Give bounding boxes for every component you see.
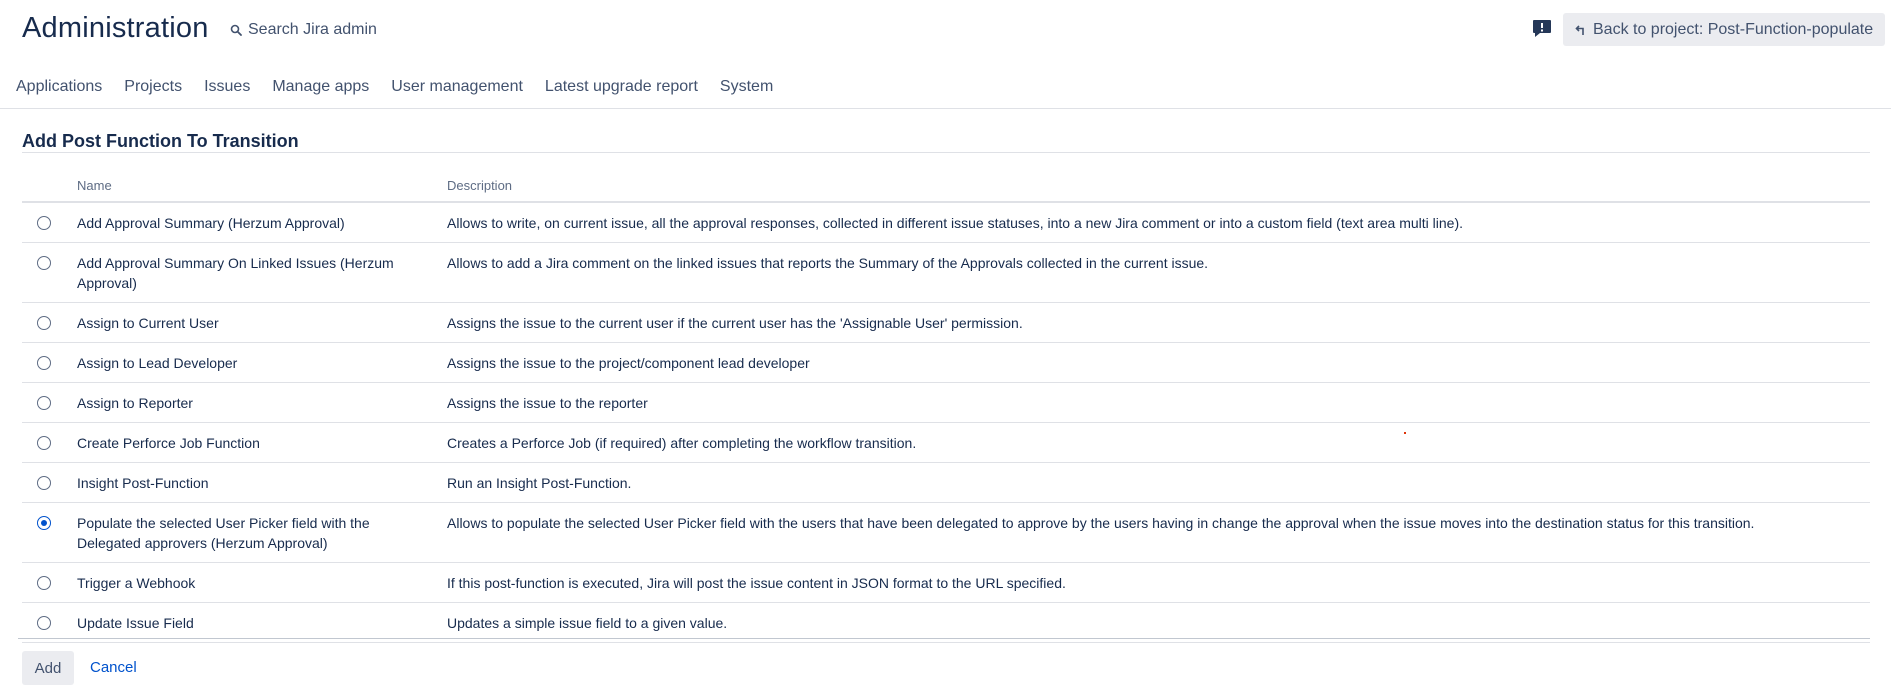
table-row[interactable]: Trigger a Webhook If this post-function i… xyxy=(22,562,1870,603)
post-function-description: Run an Insight Post-Function. xyxy=(447,462,1870,503)
nav-item-user-management[interactable]: User management xyxy=(391,78,523,96)
back-to-project-button[interactable]: Back to project: Post-Function-populate xyxy=(1563,13,1886,46)
post-function-radio[interactable] xyxy=(37,476,51,490)
post-function-description: If this post-function is executed, Jira … xyxy=(447,562,1870,603)
post-function-description: Updates a simple issue field to a given … xyxy=(447,602,1870,643)
post-function-name: Add Approval Summary On Linked Issues (H… xyxy=(77,242,447,303)
radio-cell xyxy=(22,602,77,643)
post-function-name: Assign to Lead Developer xyxy=(77,342,447,383)
post-function-name: Add Approval Summary (Herzum Approval) xyxy=(77,202,447,243)
radio-cell xyxy=(22,202,77,243)
post-function-description: Allows to add a Jira comment on the link… xyxy=(447,242,1870,303)
post-function-name: Populate the selected User Picker field … xyxy=(77,502,447,563)
post-function-radio[interactable] xyxy=(37,256,51,270)
page-title: Administration xyxy=(22,12,209,44)
post-function-radio[interactable] xyxy=(37,436,51,450)
admin-header: Administration Search Jira admin Back to… xyxy=(0,0,1891,60)
post-function-radio[interactable] xyxy=(37,616,51,630)
admin-nav: Applications Projects Issues Manage apps… xyxy=(16,78,773,96)
post-function-description: Allows to populate the selected User Pic… xyxy=(447,502,1870,563)
nav-item-manage-apps[interactable]: Manage apps xyxy=(272,78,369,96)
feedback-icon[interactable] xyxy=(1531,17,1553,39)
cancel-link[interactable]: Cancel xyxy=(90,659,137,676)
table-bottom-divider xyxy=(18,638,1870,639)
nav-divider xyxy=(0,108,1891,109)
nav-item-projects[interactable]: Projects xyxy=(124,78,182,96)
table-row[interactable]: Insight Post-Function Run an Insight Post… xyxy=(22,462,1870,503)
nav-item-system[interactable]: System xyxy=(720,78,773,96)
radio-cell xyxy=(22,382,77,423)
post-function-name: Update Issue Field xyxy=(77,602,447,643)
post-function-radio[interactable] xyxy=(37,356,51,370)
table-header-row: Name Description xyxy=(22,170,1870,203)
back-arrow-icon xyxy=(1575,24,1584,35)
radio-cell xyxy=(22,422,77,463)
post-function-name: Assign to Reporter xyxy=(77,382,447,423)
table-row[interactable]: Add Approval Summary On Linked Issues (H… xyxy=(22,242,1870,303)
search-placeholder: Search Jira admin xyxy=(248,21,377,38)
post-function-name: Create Perforce Job Function xyxy=(77,422,447,463)
stray-red-dot xyxy=(1404,432,1406,434)
post-function-name: Insight Post-Function xyxy=(77,462,447,503)
post-function-name: Trigger a Webhook xyxy=(77,562,447,603)
post-function-description: Creates a Perforce Job (if required) aft… xyxy=(447,422,1870,463)
post-function-radio[interactable] xyxy=(37,316,51,330)
radio-cell xyxy=(22,562,77,603)
radio-cell xyxy=(22,302,77,343)
post-function-radio[interactable] xyxy=(37,216,51,230)
table-row[interactable]: Assign to Current User Assigns the issue … xyxy=(22,302,1870,343)
select-column-header xyxy=(22,170,77,203)
radio-cell xyxy=(22,462,77,503)
post-function-description: Allows to write, on current issue, all t… xyxy=(447,202,1870,243)
post-function-radio[interactable] xyxy=(37,396,51,410)
table-row[interactable]: Update Issue Field Updates a simple issue… xyxy=(22,602,1870,643)
section-title: Add Post Function To Transition xyxy=(22,131,299,151)
table-row[interactable]: Assign to Lead Developer Assigns the issu… xyxy=(22,342,1870,383)
nav-item-issues[interactable]: Issues xyxy=(204,78,250,96)
title-divider xyxy=(22,152,1870,153)
table-row[interactable]: Create Perforce Job Function Creates a Pe… xyxy=(22,422,1870,463)
search-admin-input[interactable]: Search Jira admin xyxy=(230,19,377,41)
table-row[interactable]: Assign to Reporter Assigns the issue to t… xyxy=(22,382,1870,423)
nav-item-applications[interactable]: Applications xyxy=(16,78,102,96)
radio-cell xyxy=(22,502,77,563)
post-function-description: Assigns the issue to the current user if… xyxy=(447,302,1870,343)
name-column-header: Name xyxy=(77,170,447,203)
search-icon xyxy=(230,24,242,36)
radio-cell xyxy=(22,342,77,383)
post-function-table: Name Description Add Approval Summary (H… xyxy=(22,170,1870,643)
description-column-header: Description xyxy=(447,170,1870,203)
table-row[interactable]: Populate the selected User Picker field … xyxy=(22,502,1870,563)
post-function-radio[interactable] xyxy=(37,576,51,590)
nav-item-latest-upgrade-report[interactable]: Latest upgrade report xyxy=(545,78,698,96)
post-function-description: Assigns the issue to the reporter xyxy=(447,382,1870,423)
post-function-radio[interactable] xyxy=(37,516,51,530)
add-button[interactable]: Add xyxy=(22,651,74,685)
back-button-label: Back to project: Post-Function-populate xyxy=(1593,20,1874,38)
radio-cell xyxy=(22,242,77,303)
post-function-name: Assign to Current User xyxy=(77,302,447,343)
table-row[interactable]: Add Approval Summary (Herzum Approval) Al… xyxy=(22,202,1870,243)
post-function-description: Assigns the issue to the project/compone… xyxy=(447,342,1870,383)
